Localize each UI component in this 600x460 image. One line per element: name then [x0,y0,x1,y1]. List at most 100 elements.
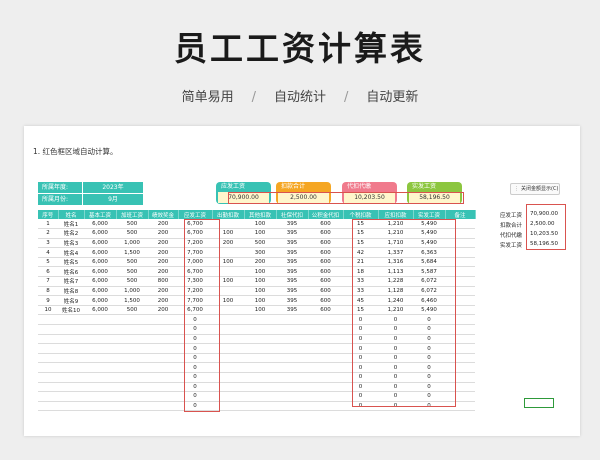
table-cell[interactable] [38,362,58,373]
table-cell[interactable]: 9 [38,295,58,306]
table-cell[interactable]: 600 [308,295,343,306]
table-cell[interactable] [58,372,84,383]
table-cell[interactable] [84,343,116,354]
table-cell[interactable] [308,343,343,354]
table-cell[interactable] [244,391,276,402]
table-cell[interactable] [58,334,84,345]
table-cell[interactable]: 600 [308,257,343,268]
selected-cell[interactable] [524,398,554,408]
table-cell[interactable] [308,314,343,326]
table-cell[interactable] [308,401,343,412]
table-cell[interactable]: 姓名1 [58,219,84,230]
table-cell[interactable]: 6,000 [84,219,116,230]
table-cell[interactable]: 395 [276,219,308,230]
table-cell[interactable]: 100 [244,305,276,316]
table-cell[interactable]: 6,000 [84,295,116,306]
table-cell[interactable]: 800 [148,276,178,287]
table-cell[interactable]: 1,000 [116,286,148,297]
info-year-value[interactable]: 2023年 [83,182,143,193]
table-cell[interactable] [308,324,343,335]
table-cell[interactable]: 姓名6 [58,266,84,278]
table-cell[interactable]: 600 [308,247,343,258]
table-cell[interactable] [244,343,276,354]
table-cell[interactable] [116,362,148,373]
table-cell[interactable] [38,334,58,345]
table-cell[interactable]: 100 [244,266,276,278]
info-month[interactable]: 所属月份: 9月 [38,194,143,205]
table-cell[interactable] [116,391,148,402]
table-cell[interactable]: 200 [148,286,178,297]
table-cell[interactable]: 600 [308,305,343,316]
table-cell[interactable]: 600 [308,266,343,278]
table-cell[interactable]: 500 [116,228,148,239]
table-cell[interactable]: 395 [276,305,308,316]
table-cell[interactable]: 600 [308,228,343,239]
table-cell[interactable]: 100 [244,219,276,230]
table-cell[interactable]: 500 [116,257,148,268]
table-cell[interactable]: 8 [38,286,58,297]
table-cell[interactable] [148,314,178,326]
table-cell[interactable]: 500 [116,276,148,287]
table-cell[interactable]: 姓名4 [58,247,84,258]
table-cell[interactable] [38,382,58,393]
table-cell[interactable] [38,401,58,412]
table-cell[interactable] [38,372,58,383]
table-cell[interactable] [244,382,276,393]
table-cell[interactable]: 姓名2 [58,228,84,239]
table-cell[interactable]: 200 [148,266,178,278]
table-cell[interactable] [276,372,308,383]
table-cell[interactable] [58,343,84,354]
table-cell[interactable] [276,324,308,335]
table-cell[interactable]: 100 [244,295,276,306]
table-cell[interactable] [58,391,84,402]
table-cell[interactable]: 6,000 [84,247,116,258]
table-cell[interactable]: 200 [148,295,178,306]
table-cell[interactable] [244,324,276,335]
table-cell[interactable] [276,362,308,373]
table-cell[interactable] [148,401,178,412]
table-cell[interactable]: 6,000 [84,257,116,268]
table-cell[interactable] [148,343,178,354]
table-cell[interactable]: 姓名9 [58,295,84,306]
table-cell[interactable]: 10 [38,305,58,316]
table-cell[interactable] [58,324,84,335]
table-cell[interactable] [116,382,148,393]
table-cell[interactable] [38,353,58,364]
table-cell[interactable] [58,382,84,393]
table-cell[interactable] [38,314,58,326]
table-cell[interactable] [148,334,178,345]
table-cell[interactable]: 5 [38,257,58,268]
table-cell[interactable] [276,334,308,345]
table-cell[interactable] [84,401,116,412]
table-cell[interactable]: 200 [244,257,276,268]
table-cell[interactable] [276,314,308,326]
table-cell[interactable] [244,353,276,364]
table-cell[interactable] [38,343,58,354]
table-cell[interactable] [148,391,178,402]
info-month-value[interactable]: 9月 [83,194,143,205]
table-cell[interactable] [308,382,343,393]
table-cell[interactable] [84,353,116,364]
table-cell[interactable]: 200 [148,305,178,316]
table-cell[interactable]: 6 [38,266,58,278]
table-cell[interactable]: 500 [116,219,148,230]
table-cell[interactable] [148,362,178,373]
table-cell[interactable] [276,401,308,412]
table-cell[interactable] [116,343,148,354]
table-cell[interactable]: 395 [276,276,308,287]
table-cell[interactable]: 395 [276,228,308,239]
table-cell[interactable]: 姓名10 [58,305,84,316]
table-cell[interactable] [116,314,148,326]
table-cell[interactable] [84,334,116,345]
table-cell[interactable] [58,401,84,412]
table-cell[interactable]: 姓名5 [58,257,84,268]
table-cell[interactable] [58,353,84,364]
table-cell[interactable] [58,314,84,326]
table-cell[interactable] [308,362,343,373]
table-cell[interactable]: 395 [276,266,308,278]
table-cell[interactable]: 600 [308,286,343,297]
table-cell[interactable]: 1,500 [116,247,148,258]
table-cell[interactable] [308,334,343,345]
table-cell[interactable]: 200 [148,228,178,239]
table-cell[interactable]: 6,000 [84,266,116,278]
